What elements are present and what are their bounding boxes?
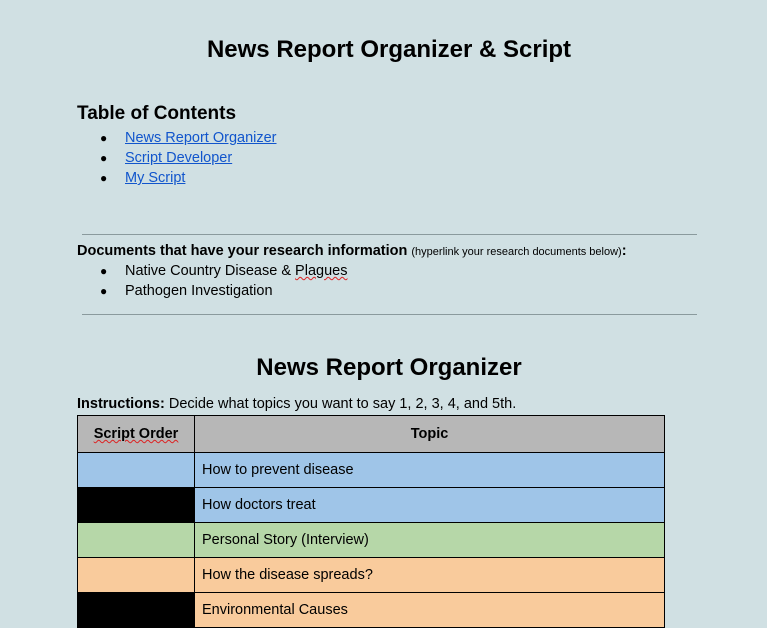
research-heading: Documents that have your research inform… (77, 243, 627, 259)
table-row: Personal Story (Interview) (77, 522, 665, 558)
instructions: Instructions: Decide what topics you wan… (77, 396, 516, 412)
toc-link-script-developer[interactable]: Script Developer (125, 150, 232, 166)
bullet-icon: ● (100, 171, 108, 185)
toc-item: ● My Script (100, 168, 277, 188)
horizontal-rule (82, 314, 697, 315)
toc-link-my-script[interactable]: My Script (125, 170, 185, 186)
toc-heading: Table of Contents (77, 103, 237, 124)
topic-cell[interactable]: Environmental Causes (194, 592, 665, 628)
organizer-title: News Report Organizer (256, 354, 522, 381)
topic-cell[interactable]: How doctors treat (194, 487, 665, 523)
research-note: (hyperlink your research documents below… (411, 246, 622, 258)
bullet-icon: ● (100, 131, 108, 145)
research-heading-text: Documents that have your research inform… (77, 243, 408, 259)
table-row: How the disease spreads? (77, 557, 665, 593)
column-header-topic: Topic (194, 415, 665, 453)
research-item-native-country-prefix[interactable]: Native Country Disease & (125, 263, 295, 279)
instructions-label: Instructions: (77, 396, 165, 412)
table-row: How to prevent disease (77, 452, 665, 488)
script-order-cell[interactable] (77, 487, 195, 523)
instructions-text: Decide what topics you want to say 1, 2,… (164, 396, 517, 412)
topic-cell[interactable]: Personal Story (Interview) (194, 522, 665, 558)
topic-cell[interactable]: How the disease spreads? (194, 557, 665, 593)
script-order-cell[interactable] (77, 522, 195, 558)
table-row: How doctors treat (77, 487, 665, 523)
bullet-icon: ● (100, 151, 108, 165)
research-list: ● Native Country Disease & Plagues ● Patho… (100, 261, 347, 301)
research-item: ● Pathogen Investigation (100, 281, 347, 301)
column-header-script-order: Script Order (77, 415, 195, 453)
horizontal-rule (82, 234, 697, 235)
research-item: ● Native Country Disease & Plagues (100, 261, 347, 281)
research-colon: : (621, 243, 627, 259)
toc-item: ● Script Developer (100, 148, 277, 168)
research-item-pathogen-investigation[interactable]: Pathogen Investigation (125, 283, 273, 299)
document-title: News Report Organizer & Script (206, 36, 572, 63)
script-order-cell[interactable] (77, 592, 195, 628)
script-order-cell[interactable] (77, 452, 195, 488)
table-row: Environmental Causes (77, 592, 665, 628)
organizer-table: Script Order Topic How to prevent diseas… (77, 415, 665, 628)
bullet-icon: ● (100, 264, 108, 278)
table-header-row: Script Order Topic (77, 415, 665, 453)
bullet-icon: ● (100, 284, 108, 298)
toc-link-news-report-organizer[interactable]: News Report Organizer (125, 130, 277, 146)
topic-cell[interactable]: How to prevent disease (194, 452, 665, 488)
toc-list: ● News Report Organizer ● Script Developer… (100, 128, 277, 188)
research-item-native-country-flagged[interactable]: Plagues (295, 263, 347, 279)
script-order-cell[interactable] (77, 557, 195, 593)
toc-item: ● News Report Organizer (100, 128, 277, 148)
